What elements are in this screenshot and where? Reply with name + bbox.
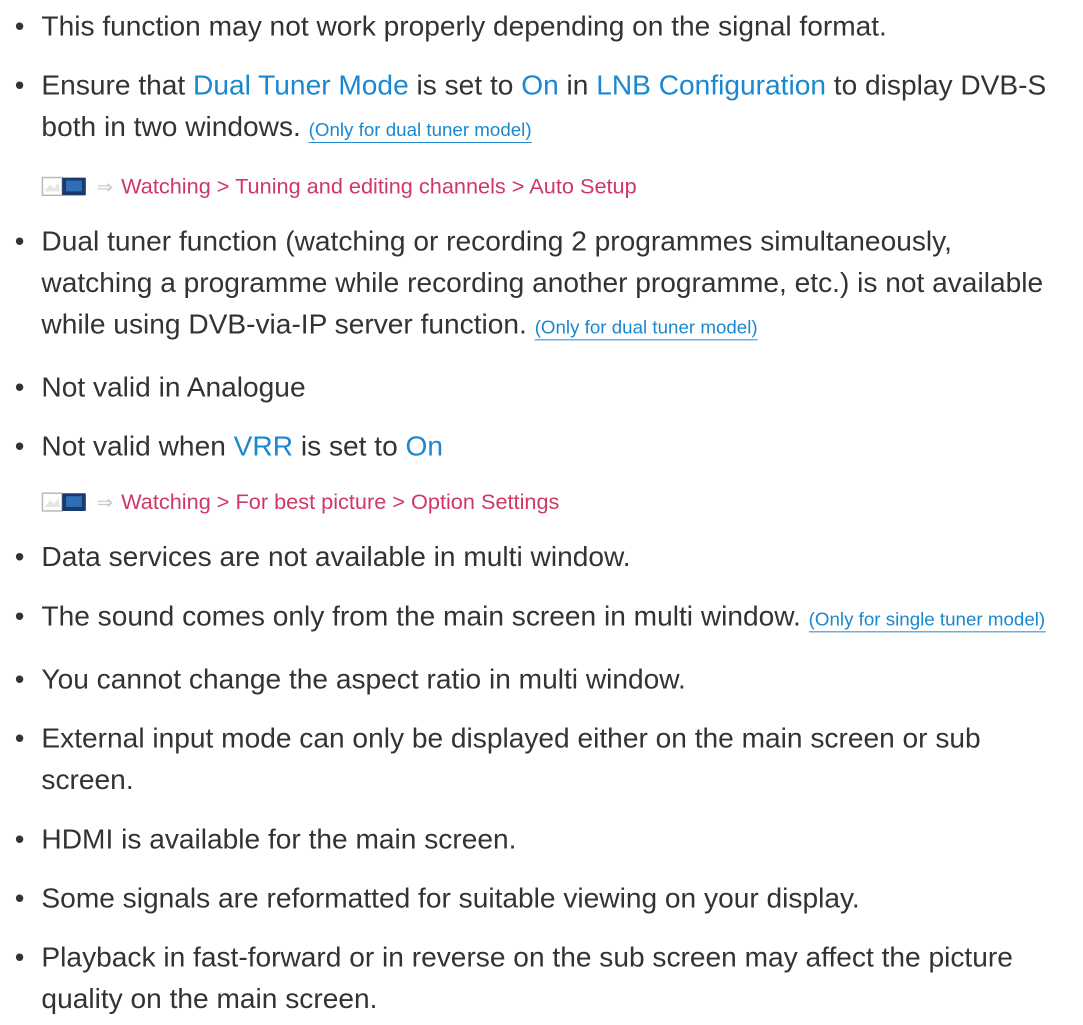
item-text: is set to xyxy=(293,431,406,463)
reference-link[interactable]: ⇒ Watching > Tuning and editing channels… xyxy=(41,170,637,204)
item-text: You cannot change the aspect ratio in mu… xyxy=(41,663,686,696)
bullet: • xyxy=(14,723,25,754)
arrow-right-icon: ⇒ xyxy=(96,491,114,514)
keyword-on: On xyxy=(521,70,559,102)
list-item: • This function may not work properly de… xyxy=(15,6,1061,47)
item-text: Some signals are reformatted for suitabl… xyxy=(41,882,860,915)
reference-link[interactable]: ⇒ Watching > For best picture > Option S… xyxy=(41,485,559,519)
list-item: • HDMI is available for the main screen. xyxy=(15,819,1061,860)
list-item: • You cannot change the aspect ratio in … xyxy=(15,659,1061,700)
reference-text[interactable]: Watching > For best picture > Option Set… xyxy=(121,489,559,515)
list-item: • Playback in fast-forward or in reverse… xyxy=(15,937,1061,1020)
list-item: • Some signals are reformatted for suita… xyxy=(15,878,1061,919)
item-text: Playback in fast-forward or in reverse o… xyxy=(41,942,1013,1016)
bullet: • xyxy=(14,942,25,973)
manual-page: • This function may not work properly de… xyxy=(0,0,1068,1015)
bullet: • xyxy=(14,663,25,695)
list-item: • Dual tuner function (watching or recor… xyxy=(15,221,1061,349)
model-note: (Only for dual tuner model) xyxy=(308,120,532,144)
list-item: • The sound comes only from the main scr… xyxy=(15,596,1061,641)
tv-manual-icon xyxy=(41,491,88,513)
item-text: This function may not work properly depe… xyxy=(41,10,887,43)
keyword-vrr: VRR xyxy=(233,431,294,463)
keyword-on: On xyxy=(405,431,444,463)
item-text: Ensure that xyxy=(41,70,194,102)
keyword-lnb-configuration: LNB Configuration xyxy=(596,70,826,102)
item-text: Not valid when xyxy=(41,431,234,463)
bullet: • xyxy=(14,600,25,632)
item-text: Not valid in Analogue xyxy=(41,371,306,404)
bullet: • xyxy=(14,541,25,573)
item-text: in xyxy=(558,70,597,102)
item-text: is set to xyxy=(408,70,522,102)
item-text: External input mode can only be displaye… xyxy=(41,723,981,797)
bullet: • xyxy=(14,371,25,403)
bullet: • xyxy=(14,10,25,42)
item-text: HDMI is available for the main screen. xyxy=(41,823,517,856)
model-note: (Only for dual tuner model) xyxy=(534,317,758,341)
reference-text[interactable]: Watching > Tuning and editing channels >… xyxy=(121,174,637,200)
list-item: • Not valid when VRR is set to On xyxy=(15,426,1061,467)
item-text: The sound comes only from the main scree… xyxy=(41,600,809,633)
bullet: • xyxy=(14,823,25,855)
list-item: • Data services are not available in mul… xyxy=(15,537,1061,578)
bullet: • xyxy=(14,225,25,257)
bullet: • xyxy=(14,882,25,914)
list-item: • External input mode can only be displa… xyxy=(15,718,1061,801)
tv-manual-icon xyxy=(41,176,88,198)
list-item: • Not valid in Analogue xyxy=(15,367,1061,408)
item-text: Data services are not available in multi… xyxy=(41,541,631,574)
list-item: • Ensure that Dual Tuner Mode is set to … xyxy=(15,65,1061,152)
bullet: • xyxy=(14,70,25,101)
keyword-dual-tuner-mode: Dual Tuner Mode xyxy=(193,70,409,102)
model-note: (Only for single tuner model) xyxy=(808,609,1046,633)
arrow-right-icon: ⇒ xyxy=(96,176,114,198)
bullet: • xyxy=(14,431,25,462)
